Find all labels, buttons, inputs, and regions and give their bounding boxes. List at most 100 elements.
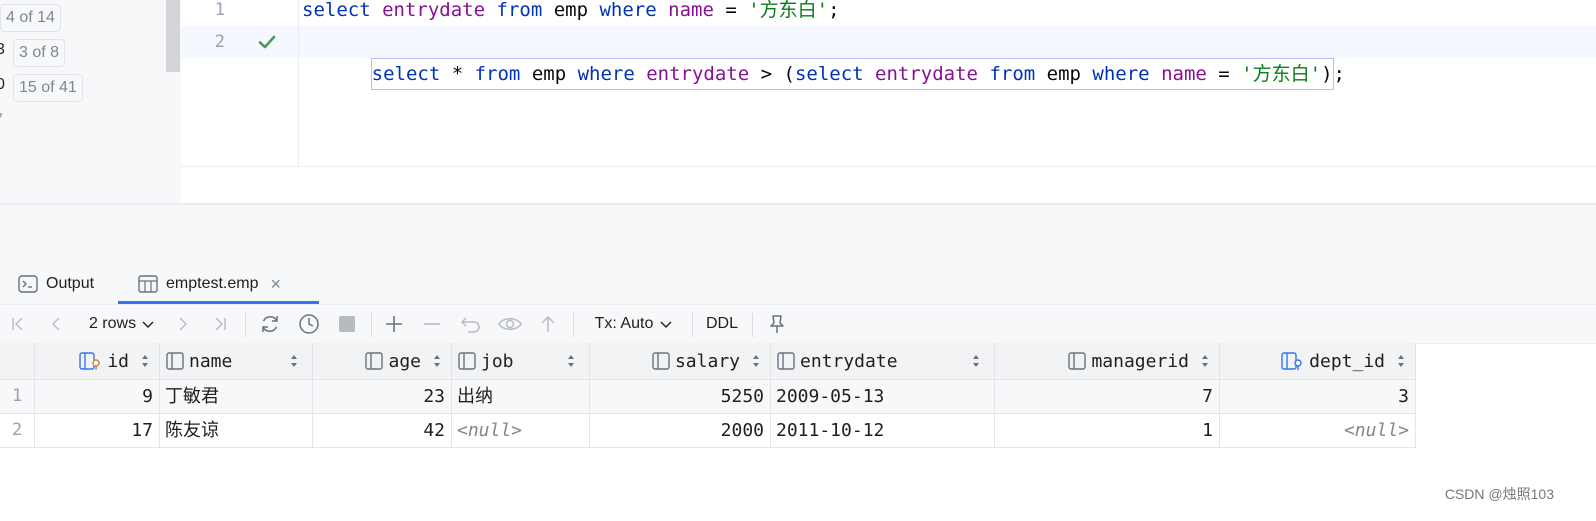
- row-number[interactable]: 2: [0, 414, 35, 447]
- column-icon: [165, 351, 185, 371]
- sql-editor[interactable]: 1 select entrydate from emp where name =…: [181, 0, 1596, 203]
- sql-token: *: [440, 63, 475, 85]
- add-row-button[interactable]: [381, 305, 407, 343]
- sql-token: > (: [749, 63, 795, 85]
- column-header-id[interactable]: id: [35, 343, 160, 379]
- column-header-job[interactable]: job: [452, 343, 590, 379]
- left-glyph: 0: [0, 76, 5, 93]
- column-header-managerid[interactable]: managerid: [995, 343, 1220, 379]
- cell-entrydate[interactable]: 2011-10-12: [771, 414, 995, 447]
- revert-button[interactable]: [458, 305, 484, 343]
- cell-age[interactable]: 42: [313, 414, 452, 447]
- left-panel-scrollbar[interactable]: [166, 0, 180, 72]
- sql-token: name: [668, 0, 714, 21]
- sort-icon[interactable]: [433, 354, 441, 368]
- chevron-down-icon: [142, 321, 154, 328]
- primary-key-column-icon: [79, 351, 103, 371]
- cell-dept-id[interactable]: 3: [1220, 380, 1416, 413]
- column-header-age[interactable]: age: [313, 343, 452, 379]
- ddl-label: DDL: [705, 315, 738, 332]
- cell-job[interactable]: 出纳: [452, 380, 590, 413]
- reload-button[interactable]: [256, 305, 284, 343]
- preview-changes-button[interactable]: [496, 305, 524, 343]
- cell-dept-id[interactable]: <null>: [1220, 414, 1416, 447]
- code-text[interactable]: select entrydate from emp where name = '…: [302, 0, 840, 26]
- code-text-wrapper[interactable]: select * from emp where entrydate > (sel…: [302, 26, 1345, 122]
- next-page-button[interactable]: [171, 305, 195, 343]
- sql-token: ;: [828, 0, 840, 21]
- sort-icon[interactable]: [141, 354, 149, 368]
- cell-name[interactable]: 丁敏君: [160, 380, 313, 413]
- cell-salary[interactable]: 5250: [590, 380, 771, 413]
- selected-statement[interactable]: select * from emp where entrydate > (sel…: [370, 58, 1334, 90]
- sort-icon[interactable]: [1201, 354, 1209, 368]
- column-header-label: job: [481, 350, 514, 372]
- transaction-mode-dropdown[interactable]: Tx: Auto: [588, 305, 680, 343]
- cell-id[interactable]: 9: [35, 380, 160, 413]
- table-row[interactable]: 1 9 丁敏君 23 出纳 5250 2009-05-13 7 3: [0, 380, 1416, 414]
- cell-salary[interactable]: 2000: [590, 414, 771, 447]
- cell-managerid[interactable]: 1: [995, 414, 1220, 447]
- rows-count-dropdown[interactable]: 2 rows: [84, 305, 160, 343]
- toolbar-separator: [245, 313, 246, 337]
- previous-page-button[interactable]: [44, 305, 68, 343]
- stop-button[interactable]: [334, 305, 360, 343]
- column-icon: [776, 351, 796, 371]
- column-header-salary[interactable]: salary: [590, 343, 771, 379]
- match-count-badge[interactable]: 3 of 8: [13, 39, 66, 67]
- sort-icon[interactable]: [752, 354, 760, 368]
- match-count-badge[interactable]: 4 of 14: [0, 4, 61, 32]
- chevron-left-icon: [52, 317, 60, 331]
- foreign-key-column-icon: [1281, 351, 1305, 371]
- column-header-label: managerid: [1091, 350, 1189, 372]
- checkmark-icon: [258, 35, 276, 49]
- sql-token: select: [302, 0, 371, 21]
- close-icon[interactable]: ×: [270, 274, 281, 295]
- sql-token: from: [474, 63, 521, 85]
- left-glyph: 7: [0, 111, 3, 125]
- plus-icon: [386, 316, 402, 332]
- column-header-dept-id[interactable]: dept_id: [1220, 343, 1416, 379]
- cell-age[interactable]: 23: [313, 380, 452, 413]
- column-header-name[interactable]: name: [160, 343, 313, 379]
- table-row[interactable]: 2 17 陈友谅 42 <null> 2000 2011-10-12 1 <null>: [0, 414, 1416, 448]
- sql-token: entrydate: [382, 0, 486, 21]
- cell-managerid[interactable]: 7: [995, 380, 1220, 413]
- match-count-badge[interactable]: 15 of 41: [13, 74, 83, 102]
- sort-icon[interactable]: [1397, 354, 1405, 368]
- ddl-button[interactable]: DDL: [702, 305, 742, 343]
- tab-label: emptest.emp: [166, 275, 259, 292]
- cell-entrydate[interactable]: 2009-05-13: [771, 380, 995, 413]
- gutter-divider: [298, 0, 299, 166]
- row-number[interactable]: 1: [0, 380, 35, 413]
- pin-tab-button[interactable]: [764, 305, 790, 343]
- sql-token: name: [1161, 63, 1207, 85]
- sort-icon[interactable]: [567, 354, 575, 368]
- first-page-button[interactable]: [6, 305, 30, 343]
- code-line[interactable]: 1 select entrydate from emp where name =…: [181, 0, 1596, 26]
- last-page-button[interactable]: [208, 305, 232, 343]
- column-header-label: dept_id: [1309, 350, 1385, 372]
- console-icon: [18, 275, 38, 293]
- submit-button[interactable]: [535, 305, 561, 343]
- tab-output[interactable]: Output: [18, 264, 94, 304]
- cell-job[interactable]: <null>: [452, 414, 590, 447]
- last-page-icon: [215, 317, 226, 331]
- sort-icon[interactable]: [972, 354, 980, 368]
- query-history-button[interactable]: [295, 305, 323, 343]
- delete-row-button[interactable]: [419, 305, 445, 343]
- tab-emptest-emp[interactable]: emptest.emp ×: [138, 264, 281, 304]
- sql-token: '方东白': [1241, 63, 1322, 85]
- rows-count-label: 2 rows: [88, 315, 137, 332]
- column-header-entrydate[interactable]: entrydate: [771, 343, 995, 379]
- toolbar-separator: [573, 313, 574, 337]
- code-line-current[interactable]: 2 select * from emp where entrydate > (s…: [181, 26, 1596, 90]
- sort-icon[interactable]: [290, 354, 298, 368]
- cell-name[interactable]: 陈友谅: [160, 414, 313, 447]
- cell-id[interactable]: 17: [35, 414, 160, 447]
- left-gutter-panel: 3 0 7 4 of 14 3 of 8 15 of 41: [0, 0, 181, 203]
- sql-token: =: [713, 0, 749, 21]
- sql-token: ): [1321, 63, 1333, 85]
